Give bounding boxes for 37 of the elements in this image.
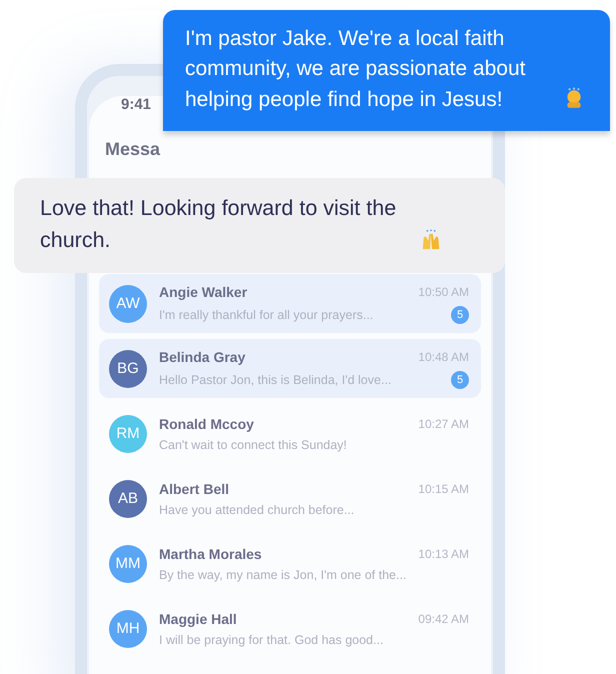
conversation-item[interactable]: MM Martha Morales 10:13 AM By the way, my name is Jon, I'm one of the... bbox=[99, 534, 481, 593]
screen-title: Messa bbox=[104, 138, 162, 160]
avatar: MH bbox=[109, 610, 147, 648]
message-preview: Hello Pastor Jon, this is Belinda, I'd love... bbox=[159, 372, 392, 386]
message-preview: Have you attended church before... bbox=[159, 502, 354, 516]
conversation-item[interactable]: RM Ronald Mccoy 10:27 AM Can't wait to connect this Sunday! bbox=[99, 404, 481, 463]
message-text: I'm pastor Jake. We're a local faith community, we are passionate about helping people find hope in Jesus! bbox=[185, 26, 526, 113]
unread-count: 5 bbox=[451, 306, 469, 324]
avatar: MM bbox=[109, 544, 147, 582]
contact-name: Martha Morales bbox=[159, 546, 262, 562]
contact-name: Belinda Gray bbox=[159, 348, 246, 364]
avatar: AB bbox=[109, 480, 147, 518]
contact-name: Angie Walker bbox=[159, 284, 248, 300]
message-time: 10:48 AM bbox=[418, 350, 469, 364]
conversation-item[interactable]: MH Maggie Hall 09:42 AM I will be praying for that. God has good... bbox=[99, 599, 481, 658]
raised-hands-icon bbox=[420, 228, 442, 250]
contact-name: Ronald Mccoy bbox=[159, 416, 254, 432]
message-preview: By the way, my name is Jon, I'm one of the... bbox=[159, 568, 406, 582]
message-time: 10:27 AM bbox=[418, 416, 469, 430]
avatar: AW bbox=[109, 284, 147, 322]
message-time: 10:15 AM bbox=[418, 482, 469, 496]
contact-name: Maggie Hall bbox=[159, 610, 237, 626]
contact-name: Albert Bell bbox=[159, 480, 230, 496]
avatar: BG bbox=[109, 350, 147, 388]
unread-count: 5 bbox=[451, 370, 469, 388]
conversation-item[interactable]: AW Angie Walker 10:50 AM I'm really thankful for all your prayers... 5 bbox=[99, 274, 481, 333]
avatar: RM bbox=[109, 414, 147, 452]
message-preview: I'm really thankful for all your prayers... bbox=[159, 308, 374, 322]
message-preview: Can't wait to connect this Sunday! bbox=[159, 438, 347, 452]
message-time: 10:13 AM bbox=[418, 546, 469, 560]
conversation-item[interactable]: BG Belinda Gray 10:48 AM Hello Pastor Jon, this is Belinda, I'd love... 5 bbox=[99, 339, 481, 398]
status-time: 9:41 bbox=[121, 96, 152, 113]
conversation-item[interactable]: AB Albert Bell 10:15 AM Have you attended church before... bbox=[99, 469, 481, 528]
message-text: Love that! Looking forward to visit the church. bbox=[40, 195, 398, 254]
message-time: 09:42 AM bbox=[418, 612, 469, 626]
message-preview: I will be praying for that. God has good... bbox=[159, 632, 384, 646]
message-time: 10:50 AM bbox=[418, 284, 469, 298]
